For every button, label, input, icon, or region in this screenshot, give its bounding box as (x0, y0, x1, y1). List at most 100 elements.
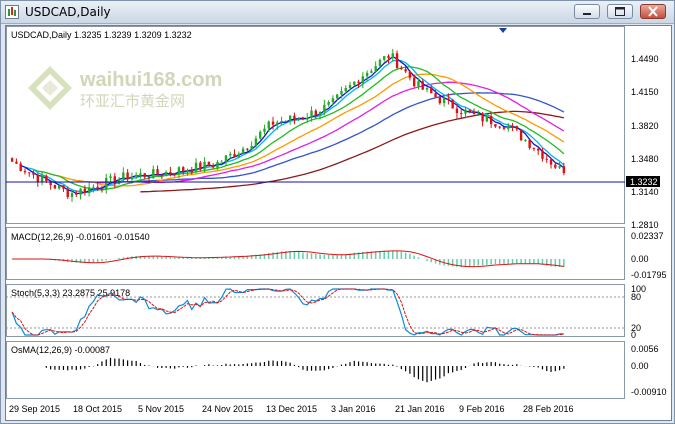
candle-body (327, 102, 330, 105)
candle-body (365, 72, 369, 77)
date-tick: 18 Oct 2015 (73, 404, 122, 414)
osma-tick: 0.0056 (631, 344, 659, 354)
candle-body (489, 116, 493, 125)
candle-body (404, 69, 407, 72)
candle-body (186, 170, 189, 172)
candle-body (66, 188, 69, 198)
date-axis: 29 Sep 2015 18 Oct 2015 5 Nov 2015 24 No… (9, 404, 574, 414)
candle-body (220, 161, 223, 163)
maximize-icon (615, 7, 625, 16)
candle-body (254, 138, 258, 147)
title-bar[interactable]: USDCAD,Daily (1, 1, 674, 24)
candle-body (15, 161, 18, 164)
candle-body (442, 98, 446, 104)
candle-body (190, 170, 193, 173)
candle-body (502, 127, 506, 129)
candle-body (23, 170, 27, 173)
candle-body (224, 155, 228, 162)
candle-body (143, 173, 146, 178)
candle-body (53, 185, 57, 189)
window-title: USDCAD,Daily (25, 5, 111, 19)
osma-tick: -0.00910 (631, 387, 667, 397)
minimize-button[interactable] (574, 4, 600, 19)
candle-body (70, 193, 74, 198)
minimize-icon (583, 13, 591, 15)
candle-body (100, 188, 104, 190)
candle-body (211, 165, 215, 168)
date-tick: 21 Jan 2016 (395, 404, 445, 414)
candle-body (45, 175, 48, 182)
candle-body (455, 108, 459, 114)
candle-body (451, 99, 454, 109)
price-tick: 1.3480 (631, 154, 659, 164)
candle-body (87, 187, 91, 193)
macd-label: MACD(12,26,9) -0.01601 -0.01540 (11, 232, 150, 242)
osma-tick: 0.00 (631, 361, 649, 371)
candle-body (79, 188, 82, 195)
candle-body (96, 186, 99, 189)
date-tick: 24 Nov 2015 (202, 404, 253, 414)
candle-body (391, 53, 394, 59)
candle-body (430, 87, 433, 94)
candle-body (83, 188, 87, 193)
candle-body (515, 126, 519, 130)
candle-body (297, 118, 300, 120)
watermark-name: waihui168.com (79, 69, 222, 91)
candle-body (62, 185, 65, 189)
candle-body (139, 173, 142, 175)
close-button[interactable] (640, 4, 666, 19)
macd-tick: 0.02337 (631, 231, 664, 241)
chart-area[interactable]: waihui168.com 环亚汇市黄金网 USDCAD,Daily 1.323… (5, 25, 672, 421)
candle-body (105, 177, 108, 189)
candle-body (152, 169, 155, 179)
date-tick: 5 Nov 2015 (138, 404, 184, 414)
candle-body (276, 122, 279, 125)
candle-body (477, 113, 480, 115)
candle-body (241, 148, 245, 154)
candle-body (314, 110, 317, 116)
candle-body (169, 171, 172, 174)
candle-body (284, 120, 288, 122)
candle-body (109, 176, 112, 178)
candle-body (177, 167, 181, 175)
candle-body (558, 166, 561, 168)
candle-body (173, 173, 176, 175)
stoch-tick: 0 (631, 330, 636, 340)
candle-body (447, 98, 450, 100)
candle-body (374, 66, 377, 72)
candle-body (370, 71, 373, 73)
maximize-button[interactable] (607, 4, 633, 19)
candle-body (134, 174, 138, 177)
candle-body (541, 150, 544, 159)
price-tick: 1.4490 (631, 54, 659, 64)
candle-body (554, 164, 557, 168)
candle-body (387, 56, 390, 59)
price-tick: 1.3140 (631, 187, 659, 197)
date-tick: 29 Sep 2015 (9, 404, 60, 414)
candle-body (421, 81, 424, 90)
candle-body (75, 193, 78, 195)
candle-body (92, 186, 95, 188)
candle-body (323, 104, 326, 112)
candle-body (511, 125, 514, 127)
candle-body (408, 71, 412, 78)
osma-label: OsMA(12,26,9) -0.00087 (11, 345, 110, 355)
candle-body (182, 167, 185, 171)
candle-body (301, 118, 305, 120)
candle-body (378, 59, 382, 67)
candle-body (271, 121, 275, 125)
candle-body (494, 124, 497, 127)
candle-body (267, 121, 270, 129)
candle-body (400, 68, 403, 70)
candle-body (229, 154, 232, 156)
main-info-label: USDCAD,Daily 1.3235 1.3239 1.3209 1.3232 (11, 30, 192, 40)
candle-body (250, 146, 253, 150)
price-chart[interactable]: waihui168.com 环亚汇市黄金网 USDCAD,Daily 1.323… (6, 26, 671, 420)
terminal-window: USDCAD,Daily waihui168.com 环亚汇市黄金网 USDCA… (0, 0, 675, 424)
candle-body (263, 128, 266, 132)
price-tick: 1.3820 (631, 121, 659, 131)
candle-body (353, 81, 356, 85)
candle-body (293, 115, 296, 120)
candle-body (348, 84, 352, 89)
candle-body (460, 113, 463, 115)
